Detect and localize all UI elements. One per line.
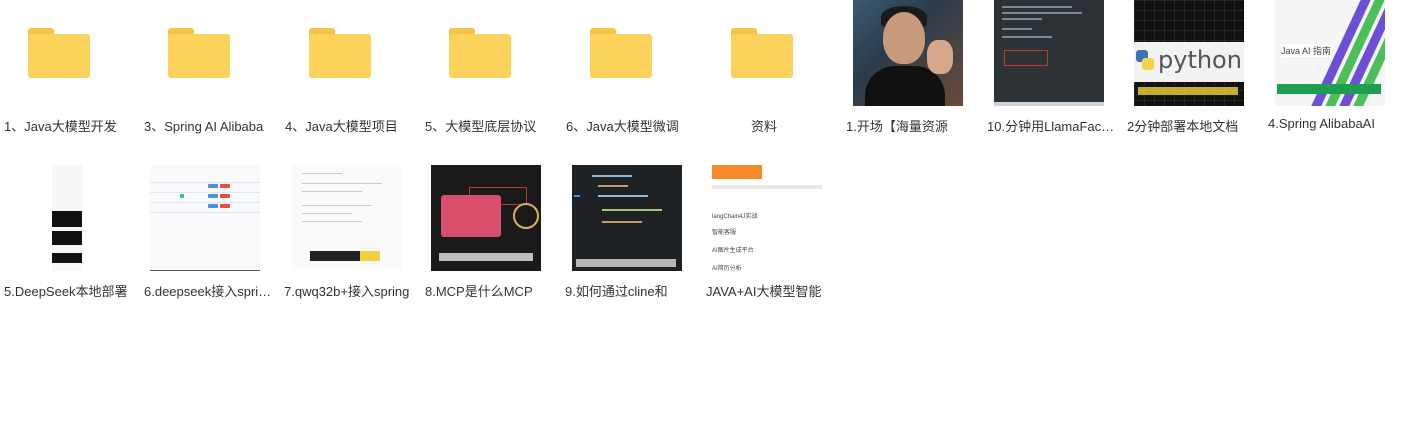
video-item[interactable]: 5.DeepSeek本地部署 [2,165,128,305]
video-item[interactable]: python 2分钟部署本地文档 [1124,0,1244,140]
item-label: 3、Spring AI Alibaba [144,119,264,134]
thumbnail-text: python [1158,46,1242,74]
folder-icon [574,0,684,106]
video-item[interactable]: 10.分钟用LlamaFactory [984,0,1115,140]
folder-item[interactable]: 3、Spring AI Alibaba [142,0,263,140]
folder-icon [715,0,825,106]
item-label: 5、大模型底层协议 [425,119,537,134]
item-label: 6.deepseek接入spring [144,284,272,299]
item-label: 1、Java大模型开发 [4,119,117,134]
folder-item[interactable]: 5、大模型底层协议 [423,0,543,140]
video-item[interactable]: 1.开场【海量资源 [843,0,963,140]
file-grid: 1、Java大模型开发 3、Spring AI Alibaba 4、Java大模… [0,0,1407,425]
item-label: 8.MCP是什么MCP [425,284,533,299]
video-thumbnail: python [1134,0,1244,106]
image-thumbnail: langChain4J实战 智能客服 AI图片生成平台 AI简历分析 [712,165,822,271]
video-thumbnail [12,165,122,271]
video-item[interactable]: Java AI 指南 4.Spring AlibabaAI [1265,0,1385,140]
folder-item[interactable]: 4、Java大模型项目 [283,0,403,140]
item-label: 9.如何通过cline和 [565,284,668,299]
thumbnail-text: AI简历分析 [712,266,742,271]
folder-icon [433,0,543,106]
item-label: 1.开场【海量资源 [846,119,948,134]
folder-item[interactable]: 1、Java大模型开发 [2,0,122,140]
video-item[interactable]: 8.MCP是什么MCP [421,165,541,305]
video-item[interactable]: 7.qwq32b+接入spring [282,165,409,305]
video-thumbnail [292,165,402,271]
video-thumbnail: Java AI 指南 [1275,0,1385,106]
image-item[interactable]: langChain4J实战 智能客服 AI图片生成平台 AI简历分析 JAVA+… [702,165,822,305]
item-label: 7.qwq32b+接入spring [284,284,410,299]
item-label: 10.分钟用LlamaFactory [987,119,1115,134]
item-label: 6、Java大模型微调 [566,119,679,134]
video-thumbnail [150,165,260,271]
folder-icon [12,0,122,106]
item-label: 5.DeepSeek本地部署 [4,284,128,299]
video-item[interactable]: 9.如何通过cline和 [562,165,682,305]
video-thumbnail [994,0,1104,106]
item-label: 资料 [750,119,777,134]
thumbnail-text: langChain4J实战 [712,214,758,220]
video-thumbnail [572,165,682,271]
item-label: 2分钟部署本地文档 [1127,119,1239,134]
item-label: 4.Spring AlibabaAI [1268,116,1375,131]
item-label: JAVA+AI大模型智能 [706,284,822,299]
folder-icon [293,0,403,106]
thumbnail-text: AI图片生成平台 [712,248,754,254]
thumbnail-text: Java AI 指南 [1281,44,1332,57]
folder-item[interactable]: 6、Java大模型微调 [564,0,684,140]
thumbnail-text: 智能客服 [712,230,737,236]
folder-icon [152,0,262,106]
video-item[interactable]: 6.deepseek接入spring [140,165,272,305]
item-label: 4、Java大模型项目 [285,119,398,134]
folder-item[interactable]: 资料 [705,0,825,140]
video-thumbnail [431,165,541,271]
video-thumbnail [853,0,963,106]
